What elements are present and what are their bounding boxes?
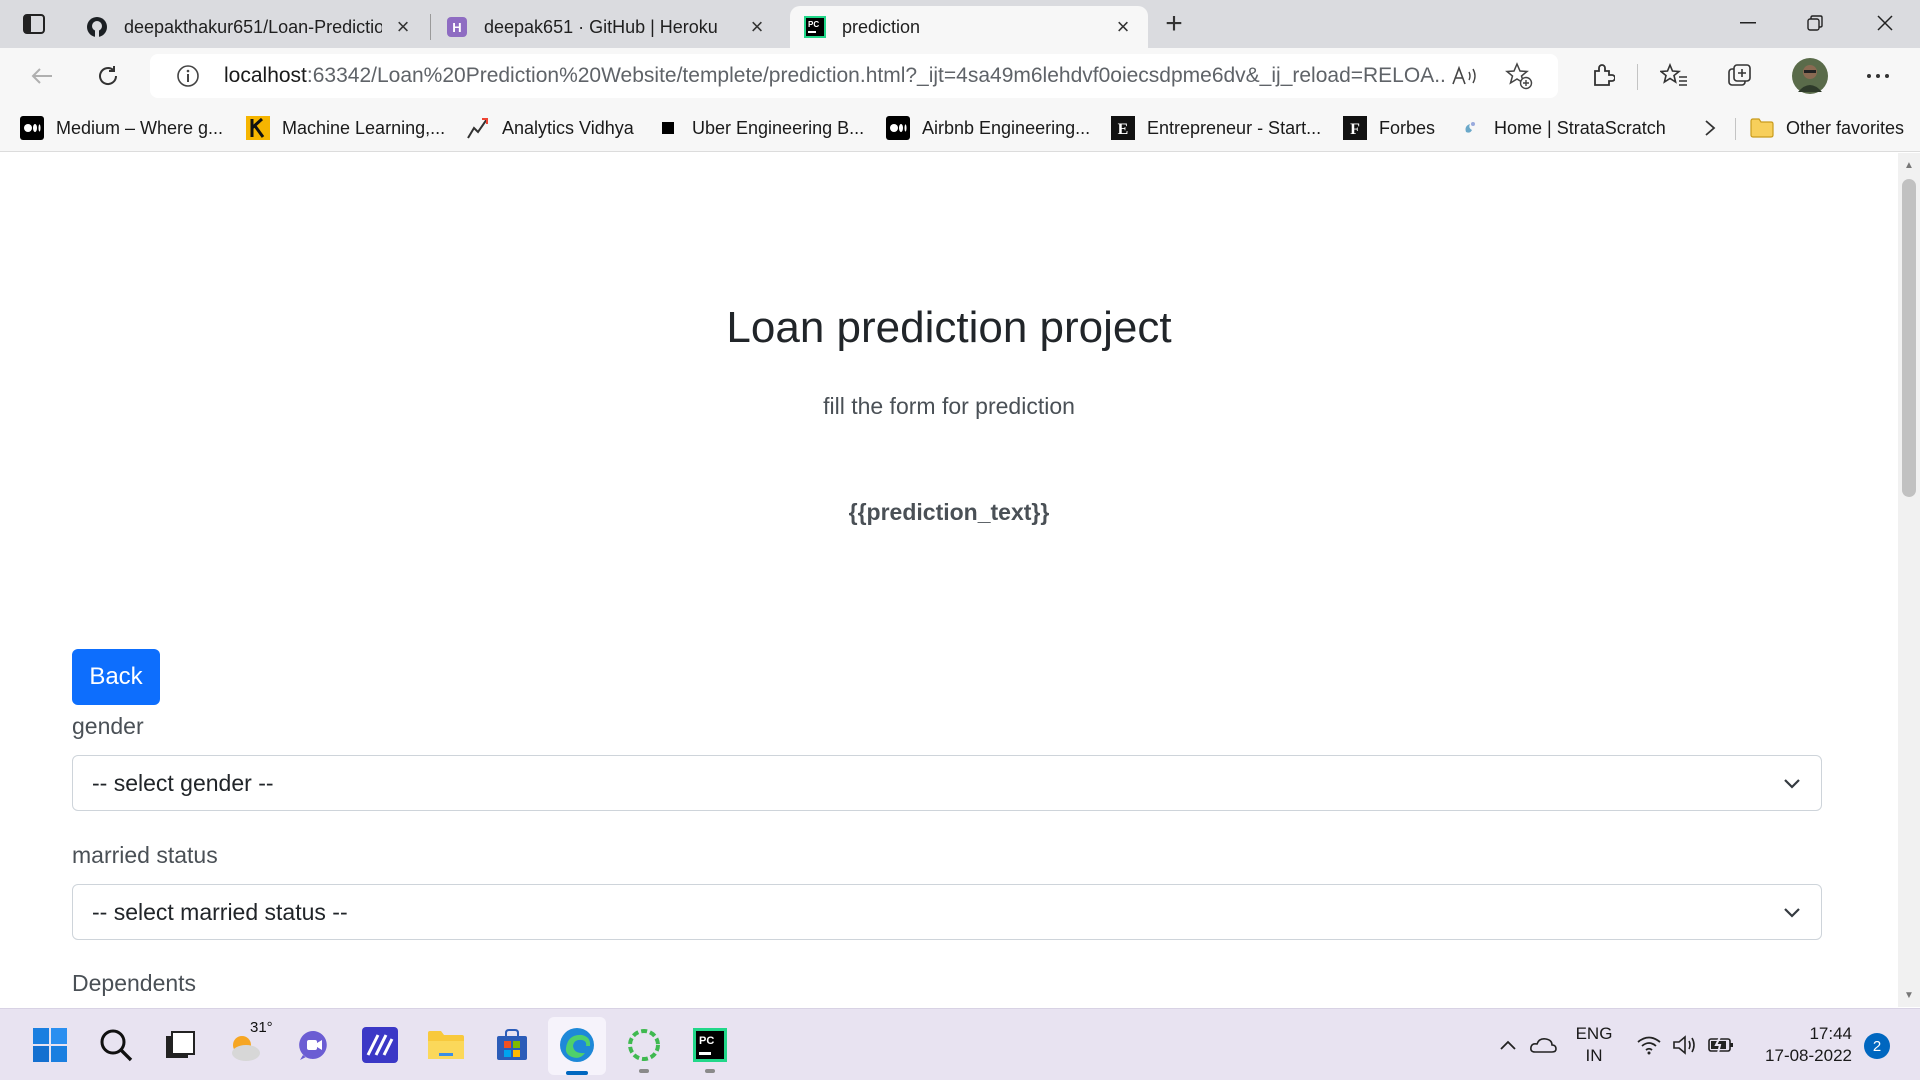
gender-select[interactable]: -- select gender --	[72, 755, 1822, 811]
tab-prediction[interactable]: PC prediction ×	[790, 6, 1148, 48]
language-indicator[interactable]: ENG IN	[1572, 1023, 1616, 1067]
medium-icon	[886, 116, 910, 140]
active-app-indicator	[566, 1071, 588, 1075]
favorite-forbes[interactable]: F Forbes	[1343, 114, 1435, 142]
tab-title: deepakthakur651/Loan-Predictio	[124, 16, 382, 37]
new-tab-button[interactable]: +	[1160, 7, 1188, 40]
uber-icon	[656, 116, 680, 140]
weather-temp: 31°	[250, 1019, 273, 1036]
married-status-label: married status	[72, 842, 218, 868]
favorite-stratascratch[interactable]: Home | StrataScratch	[1458, 114, 1666, 142]
svg-text:E: E	[1118, 121, 1129, 138]
favorite-analytics-vidhya[interactable]: Analytics Vidhya	[466, 114, 634, 142]
scroll-thumb[interactable]	[1902, 179, 1916, 497]
clock-date: 17-08-2022	[1765, 1046, 1852, 1065]
restore-button[interactable]	[1782, 0, 1848, 46]
favorite-airbnb[interactable]: Airbnb Engineering...	[886, 114, 1090, 142]
svg-text:F: F	[1350, 121, 1360, 138]
refresh-icon[interactable]	[90, 58, 126, 94]
tab-github[interactable]: deepakthakur651/Loan-Predictio ×	[72, 6, 428, 48]
gender-select-value: -- select gender --	[92, 769, 274, 796]
avatar[interactable]	[1790, 56, 1830, 96]
wifi-icon[interactable]	[1634, 1029, 1664, 1061]
address-bar[interactable]: localhost:63342/Loan%20Prediction%20Webs…	[150, 54, 1558, 98]
pycharm-icon: PC	[804, 16, 826, 38]
scroll-up-arrow-icon[interactable]: ▲	[1903, 159, 1915, 171]
medium-icon	[20, 116, 44, 140]
onedrive-icon[interactable]	[1528, 1029, 1558, 1061]
heroku-icon: H	[446, 16, 468, 38]
tab-actions-icon[interactable]	[18, 12, 50, 36]
favorite-uber[interactable]: Uber Engineering B...	[656, 114, 864, 142]
svg-text:PC: PC	[808, 20, 819, 29]
minimize-button[interactable]	[1715, 0, 1781, 46]
stratascratch-icon	[1458, 116, 1482, 140]
loading-app-icon[interactable]	[622, 1023, 666, 1067]
running-indicator	[705, 1069, 715, 1073]
url-text[interactable]: localhost:63342/Loan%20Prediction%20Webs…	[224, 64, 1444, 88]
chevron-right-icon[interactable]	[1698, 116, 1722, 140]
close-icon[interactable]: ×	[746, 14, 768, 39]
svg-text:PC: PC	[699, 1035, 714, 1047]
scroll-down-arrow-icon[interactable]: ▼	[1903, 989, 1915, 1001]
running-indicator	[639, 1069, 649, 1073]
page-title: Loan prediction project	[726, 303, 1172, 352]
favorite-medium[interactable]: Medium – Where g...	[20, 114, 223, 142]
browser-toolbar: localhost:63342/Loan%20Prediction%20Webs…	[0, 48, 1920, 104]
add-favorite-icon[interactable]	[1504, 62, 1534, 90]
married-status-select-value: -- select married status --	[92, 898, 348, 925]
dependents-label: Dependents	[72, 970, 197, 996]
married-status-select[interactable]: -- select married status --	[72, 884, 1822, 940]
windows-start-icon[interactable]	[28, 1023, 72, 1067]
clock-time: 17:44	[1809, 1024, 1852, 1043]
close-icon[interactable]: ×	[1112, 14, 1134, 39]
favorite-entrepreneur[interactable]: E Entrepreneur - Start...	[1111, 114, 1321, 142]
forbes-icon: F	[1343, 116, 1367, 140]
prediction-text: {{prediction_text}}	[848, 499, 1050, 525]
kdnuggets-icon	[246, 116, 270, 140]
microsoft-store-icon[interactable]	[490, 1023, 534, 1067]
edge-icon[interactable]	[555, 1023, 599, 1067]
favorites-bar: Medium – Where g... Machine Learning,...…	[0, 104, 1920, 152]
tab-title: prediction	[842, 16, 921, 37]
favorite-kdnuggets[interactable]: Machine Learning,...	[246, 114, 445, 142]
battery-icon[interactable]	[1706, 1029, 1736, 1061]
github-icon	[86, 16, 108, 38]
favorites-icon[interactable]	[1656, 58, 1692, 94]
search-icon[interactable]	[94, 1023, 138, 1067]
notification-badge[interactable]: 2	[1864, 1033, 1890, 1059]
app-icon[interactable]	[358, 1023, 402, 1067]
gender-label: gender	[72, 713, 144, 739]
collections-icon[interactable]	[1722, 58, 1758, 94]
tab-title: deepak651 · GitHub | Heroku	[484, 16, 718, 37]
more-options-icon[interactable]	[1860, 58, 1896, 94]
pycharm-icon[interactable]: PC	[688, 1023, 732, 1067]
page-subtitle: fill the form for prediction	[823, 393, 1075, 419]
entrepreneur-icon: E	[1111, 116, 1135, 140]
svg-text:H: H	[452, 20, 461, 35]
close-icon[interactable]: ×	[392, 14, 414, 39]
other-favorites[interactable]: Other favorites	[1750, 114, 1904, 142]
analytics-vidhya-icon	[466, 116, 490, 140]
chat-icon[interactable]	[292, 1023, 336, 1067]
page-viewport: Loan prediction project fill the form fo…	[0, 153, 1898, 1007]
extensions-icon[interactable]	[1584, 58, 1620, 94]
back-arrow-icon[interactable]	[24, 58, 60, 94]
tab-strip: deepakthakur651/Loan-Predictio × H deepa…	[0, 0, 1920, 48]
close-window-button[interactable]	[1852, 0, 1918, 46]
chevron-down-icon	[1781, 902, 1803, 924]
back-button[interactable]: Back	[72, 649, 160, 705]
chevron-down-icon	[1781, 773, 1803, 795]
file-explorer-icon[interactable]	[424, 1023, 468, 1067]
read-aloud-icon[interactable]	[1450, 62, 1480, 90]
clock[interactable]: 17:44 17-08-2022	[1752, 1023, 1852, 1067]
page-scrollbar[interactable]: ▲ ▼	[1898, 153, 1920, 1007]
folder-icon	[1750, 116, 1774, 140]
chevron-up-icon[interactable]	[1496, 1029, 1520, 1061]
task-view-icon[interactable]	[158, 1023, 202, 1067]
tab-heroku[interactable]: H deepak651 · GitHub | Heroku ×	[432, 6, 782, 48]
volume-icon[interactable]	[1670, 1029, 1700, 1061]
info-icon[interactable]	[174, 62, 202, 90]
taskbar: 31° PC ENG IN 17:44 17-08-2022 2	[0, 1008, 1920, 1080]
